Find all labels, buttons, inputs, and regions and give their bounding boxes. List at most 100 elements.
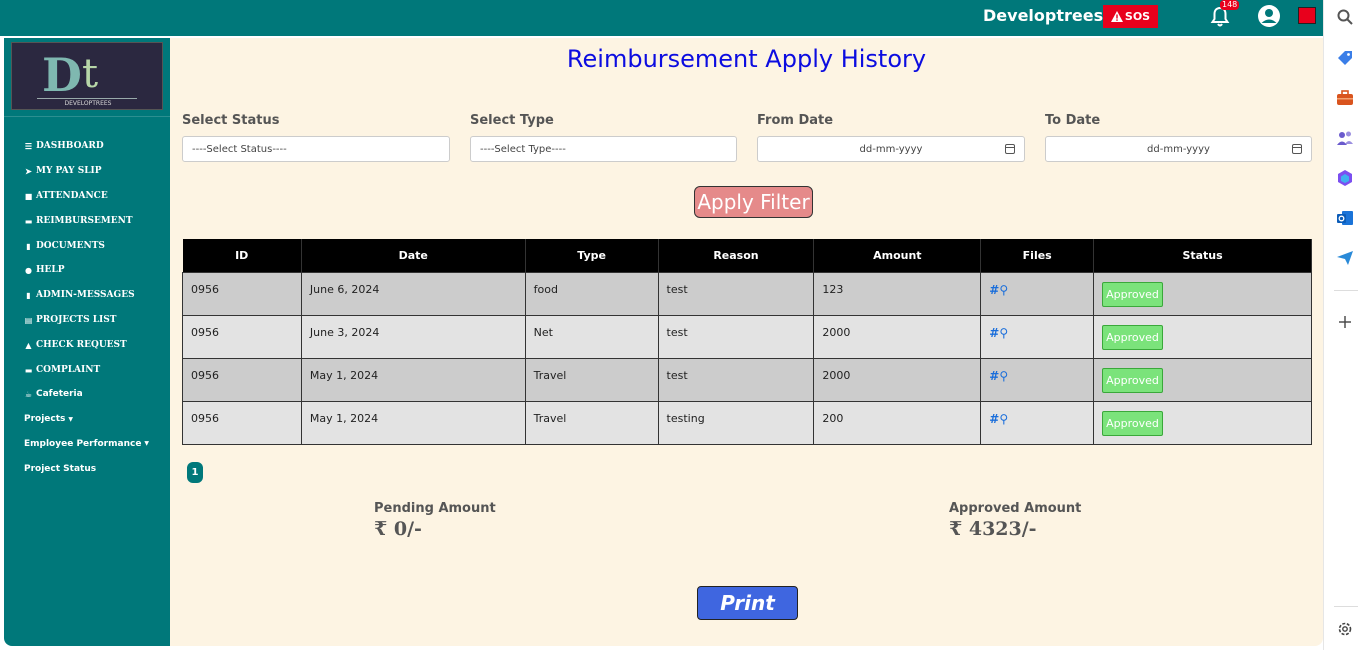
sos-button[interactable]: SOS [1103,5,1158,28]
file-icon: ▮ [26,290,31,301]
logo-text: DEVELOPTREES [64,100,111,107]
from-date-placeholder: dd-mm-yyyy [859,143,923,155]
paperclip-icon[interactable]: ⚲ [999,326,1008,340]
sidebar-item-label: ATTENDANCE [36,190,108,201]
column-header-date: Date [301,239,526,272]
cell-date: May 1, 2024 [300,357,526,402]
bell-icon: ▲ [25,339,32,350]
apply-filter-button[interactable]: Apply Filter [694,186,813,218]
rail-divider [1334,606,1358,607]
cell-files: #⚲ [980,357,1095,402]
cell-reason: test [657,314,815,359]
sidebar-item-help[interactable]: ● HELP [24,258,149,283]
outlook-icon[interactable] [1336,209,1354,227]
sidebar-item-documents[interactable]: ▮ DOCUMENTS [24,233,149,258]
calendar-icon[interactable] [1005,144,1015,154]
rail-divider [1334,290,1358,291]
cell-id: 0956 [182,314,302,359]
status-badge: Approved [1102,410,1163,436]
copilot-icon[interactable] [1336,169,1354,187]
to-date-input[interactable]: dd-mm-yyyy [1045,136,1312,162]
pending-amount-value: ₹ 0/- [374,518,422,540]
cell-reason: test [657,357,815,402]
question-icon: ● [25,265,32,276]
sidebar-item-cafeteria[interactable]: ☕ Cafeteria [24,382,149,407]
cell-type: Travel [524,400,659,445]
table-row: 0956 June 3, 2024 Net test 2000 #⚲ Appro… [182,314,1312,359]
sidebar-item-project-status[interactable]: Project Status [24,456,149,481]
sidebar-item-my-pay-slip[interactable]: ➤ MY PAY SLIP [24,159,149,184]
list-icon: ▤ [24,314,33,325]
sidebar-item-attendance[interactable]: ■ ATTENDANCE [24,184,149,209]
sidebar-item-dashboard[interactable]: ☰ DASHBOARD [24,134,149,159]
sidebar-item-admin-messages[interactable]: ▮ ADMIN-MESSAGES [24,283,149,308]
sidebar-item-check-request[interactable]: ▲ CHECK REQUEST [24,332,149,357]
approved-amount-label: Approved Amount [949,501,1082,516]
user-avatar-icon[interactable] [1257,4,1281,28]
approved-amount-value: ₹ 4323/- [949,518,1037,540]
type-select[interactable]: ----Select Type---- [470,136,737,162]
credit-card-icon: ▬ [24,215,33,226]
sidebar-item-label: Project Status [24,463,97,474]
table-row: 0956 June 6, 2024 food test 123 #⚲ Appro… [182,271,1312,316]
sidebar-item-label: CHECK REQUEST [36,339,127,350]
people-icon[interactable] [1336,129,1354,147]
table-row: 0956 May 1, 2024 Travel test 2000 #⚲ App… [182,357,1312,402]
cell-files: #⚲ [980,314,1095,359]
file-link[interactable]: # [989,283,999,297]
sidebar-item-label: MY PAY SLIP [36,166,102,177]
sidebar-item-reimbursement[interactable]: ▬ REIMBURSEMENT [24,208,149,233]
toolbox-icon[interactable] [1336,89,1354,107]
search-icon[interactable] [1336,8,1354,26]
cell-status: Approved [1093,357,1312,402]
sidebar-item-label: COMPLAINT [36,364,101,375]
cell-type: Travel [524,357,659,402]
paperclip-icon[interactable]: ⚲ [999,369,1008,383]
table-header-row: ID Date Type Reason Amount Files Status [182,239,1312,272]
status-badge: Approved [1102,324,1163,350]
sidebar-item-projects-list[interactable]: ▤ PROJECTS LIST [24,308,149,333]
briefcase-icon: ■ [24,190,33,201]
send-icon[interactable] [1336,249,1354,267]
column-header-amount: Amount [813,239,982,272]
print-button[interactable]: Print [697,586,798,620]
rupee-icon: ₹ [374,518,388,540]
file-icon: ▮ [26,240,31,251]
app-window: Developtrees SOS 148 D t DEVELOPTREES ☰ D… [0,0,1323,650]
sidebar-item-employee-performance[interactable]: Employee Performance ▼ [24,432,149,457]
sidebar-item-label: HELP [36,265,65,276]
sidebar-item-projects[interactable]: Projects ▼ [24,407,149,432]
cell-reason: test [657,271,815,316]
cell-status: Approved [1093,314,1312,359]
main-content: Reimbursement Apply History Select Statu… [170,38,1323,646]
calendar-icon[interactable] [1292,144,1302,154]
sidebar: D t DEVELOPTREES ☰ DASHBOARD ➤ MY PAY SLIP… [4,38,170,646]
menu-toggle-icon[interactable] [1298,7,1316,24]
file-link[interactable]: # [989,412,999,426]
logo-divider [4,116,170,117]
type-select-value: ----Select Type---- [480,143,566,155]
add-icon[interactable] [1336,313,1354,331]
file-link[interactable]: # [989,326,999,340]
sidebar-item-label: Cafeteria [36,389,83,400]
cell-reason: testing [657,400,815,445]
sidebar-item-complaint[interactable]: ▬ COMPLAINT [24,357,149,382]
column-header-reason: Reason [658,239,815,272]
top-bar: Developtrees SOS 148 [0,0,1323,36]
tag-icon[interactable] [1336,49,1354,67]
pagination-page-button[interactable]: 1 [187,462,203,483]
file-link[interactable]: # [989,369,999,383]
caret-down-icon: ▼ [144,440,150,448]
paperclip-icon[interactable]: ⚲ [999,283,1008,297]
paperclip-icon[interactable]: ⚲ [999,412,1008,426]
status-select[interactable]: ----Select Status---- [182,136,450,162]
sidebar-item-label: PROJECTS LIST [36,314,117,325]
sidebar-item-label: REIMBURSEMENT [36,215,133,226]
caret-down-icon: ▼ [68,415,74,423]
to-date-label: To Date [1045,113,1101,128]
cell-type: food [524,271,659,316]
cell-status: Approved [1093,400,1312,445]
settings-gear-icon[interactable] [1336,620,1354,638]
cell-amount: 2000 [813,314,982,359]
from-date-input[interactable]: dd-mm-yyyy [757,136,1025,162]
